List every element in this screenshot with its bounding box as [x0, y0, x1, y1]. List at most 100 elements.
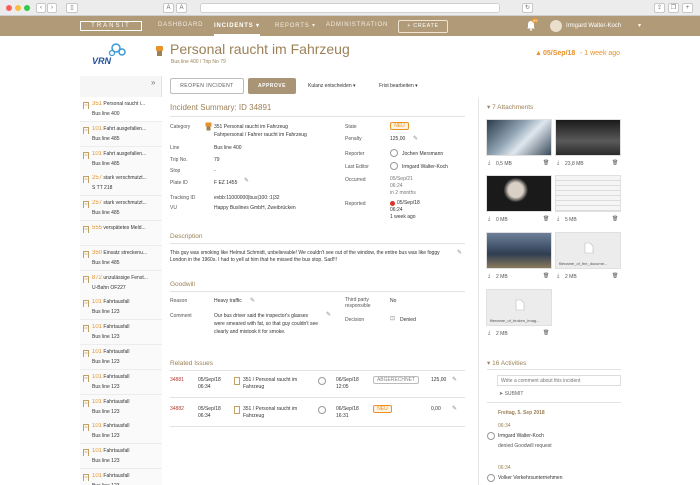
sidebar-item-number: 101	[92, 473, 103, 479]
delete-icon[interactable]: 🗑	[543, 216, 549, 222]
edit-plate-icon[interactable]: ✎	[244, 177, 249, 184]
comment-input[interactable]	[497, 375, 621, 386]
sidebar-item[interactable]: 351 Personal raucht i... Bus line 400	[80, 97, 162, 122]
sidebar-toggle-icon[interactable]: ▯	[66, 3, 78, 13]
download-icon[interactable]: ⤓	[488, 273, 490, 279]
attachment-thumbnail[interactable]	[486, 119, 552, 156]
reload-icon[interactable]: ↻	[522, 3, 533, 13]
user-menu-chevron-icon[interactable]: ▾	[638, 22, 641, 29]
address-bar[interactable]	[200, 3, 500, 13]
column-divider	[478, 98, 479, 485]
new-tab-icon[interactable]: +	[682, 3, 693, 13]
edit-row-icon[interactable]: ✎	[452, 376, 457, 383]
delete-icon[interactable]: 🗑	[543, 160, 549, 166]
sidebar-item[interactable]: 350 Einsatz streckenu... Bus line 485	[80, 245, 162, 271]
attachments-heading[interactable]: ▾ 7 Attachments	[487, 103, 533, 111]
activities-heading[interactable]: ▾ 16 Activities	[487, 359, 526, 367]
sidebar-item-sub: S TT 218	[92, 185, 113, 192]
attachment-thumbnail[interactable]	[555, 119, 621, 156]
share-icon[interactable]: ⇪	[654, 3, 665, 13]
download-icon[interactable]: ⤓	[557, 216, 559, 222]
avatar[interactable]	[550, 20, 562, 32]
zoom-window-icon[interactable]	[24, 5, 30, 11]
related-date: 05/Sep/18	[198, 406, 221, 412]
sidebar-item[interactable]: 257 stark verschmutzt... S TT 218	[80, 171, 162, 197]
attachment-thumbnail[interactable]	[555, 175, 621, 212]
sidebar-item[interactable]: 101 Fahrtausfall Bus line 123	[80, 444, 162, 470]
sidebar-item[interactable]: 101 Fahrt ausgefallen... Bus line 485	[80, 146, 162, 172]
edit-penalty-icon[interactable]: ✎	[413, 135, 418, 142]
edit-comment-icon[interactable]: ✎	[326, 311, 331, 318]
delete-icon[interactable]: 🗑	[543, 330, 549, 336]
download-icon[interactable]: ⤓	[488, 160, 490, 166]
delete-icon[interactable]: 🗑	[612, 216, 618, 222]
sidebar-item[interactable]: 101 Fahrtausfall Bus line 123	[80, 419, 162, 445]
create-button[interactable]: + CREATE	[398, 20, 448, 33]
sidebar-item[interactable]: 101 Fahrt ausgefallen... Bus line 485	[80, 121, 162, 147]
nav-incidents[interactable]: INCIDENTS ▾	[214, 22, 260, 36]
nav-reports[interactable]: REPORTS ▾	[275, 22, 316, 29]
reported-relative: 1 week ago	[390, 214, 416, 220]
category-icon	[83, 399, 89, 407]
sidebar-item-number: 351	[92, 101, 103, 107]
submit-button[interactable]: ➤ SUBMIT	[499, 391, 523, 397]
related-amount: 125,00	[431, 377, 447, 383]
sidebar-item[interactable]: 101 Fahrtausfall Bus line 123	[80, 394, 162, 420]
decision-icon: ⊡	[390, 316, 396, 322]
attachment-size: 2 MB	[496, 274, 508, 280]
sidebar-item-title: 101 Fahrt ausgefallen...	[92, 151, 160, 157]
tabs-icon[interactable]: ❐	[668, 3, 679, 13]
approve-button[interactable]: APPROVE	[248, 78, 296, 94]
edit-description-icon[interactable]: ✎	[457, 249, 462, 256]
delete-icon[interactable]: 🗑	[543, 273, 549, 279]
sidebar-item[interactable]: 101 Fahrtausfall Bus line 123	[80, 469, 162, 485]
sidebar-item-sub: Bus line 485	[92, 135, 120, 142]
sidebar-item[interactable]: 101 Fahrtausfall Bus line 123	[80, 320, 162, 346]
attachment-thumbnail[interactable]: filename_of_the_docume...	[555, 232, 621, 269]
edit-row-icon[interactable]: ✎	[452, 405, 457, 412]
related-id[interactable]: 34881	[170, 377, 184, 383]
minimize-window-icon[interactable]	[15, 5, 21, 11]
browser-chrome: ‹ › ▯ A A ↻ ⇪ ❐ +	[0, 0, 700, 16]
brand-logo[interactable]: TRANSIT	[80, 21, 142, 31]
sidebar-item[interactable]: 872 unzulässige Fenst... U-Bahn OF227	[80, 270, 162, 296]
nav-dashboard[interactable]: DASHBOARD	[158, 22, 203, 28]
related-id[interactable]: 34882	[170, 406, 184, 412]
sidebar-item[interactable]: 101 Fahrtausfall Bus line 123	[80, 369, 162, 395]
sidebar-item[interactable]: 257 stark verschmutzt... Bus line 485	[80, 196, 162, 222]
attachment-thumbnail[interactable]	[486, 175, 552, 212]
text-larger-button[interactable]: A	[176, 3, 187, 13]
kulanz-dropdown[interactable]: Kulanz entscheiden ▾	[308, 83, 356, 89]
edit-reason-icon[interactable]: ✎	[250, 297, 255, 304]
attachment-size: 5 MB	[565, 217, 577, 223]
attachment-thumbnail[interactable]: filename_of_broken_imag...	[486, 289, 552, 326]
category-icon	[83, 126, 89, 134]
reported-date: 05/Sep/18	[397, 200, 420, 206]
delete-icon[interactable]: 🗑	[612, 273, 618, 279]
back-icon[interactable]: ‹	[36, 3, 46, 13]
user-name[interactable]: Irmgard Walter-Koch	[566, 23, 621, 29]
nav-administration[interactable]: ADMINISTRATION	[326, 22, 388, 28]
collapse-sidebar-icon[interactable]: »	[151, 78, 155, 87]
frist-dropdown[interactable]: Frist bearbeiten ▾	[379, 83, 418, 89]
sidebar-item-title: 101 Fahrtausfall	[92, 473, 160, 479]
delete-icon[interactable]: 🗑	[612, 160, 618, 166]
sidebar-item-number: 101	[92, 398, 103, 405]
close-window-icon[interactable]	[6, 5, 12, 11]
occurred-relative: in 2 months	[390, 190, 416, 196]
download-icon[interactable]: ⤓	[557, 160, 559, 166]
download-icon[interactable]: ⤓	[488, 216, 490, 222]
download-icon[interactable]: ⤓	[557, 273, 559, 279]
incident-ago: - 1 week ago	[580, 50, 621, 57]
sidebar-item-number: 101	[92, 125, 103, 132]
sidebar-item[interactable]: 101 Fahrtausfall Bus line 123	[80, 345, 162, 370]
download-icon[interactable]: ⤓	[488, 330, 490, 336]
sidebar-item[interactable]: 101 Fahrtausfall Bus line 123	[80, 295, 162, 321]
forward-icon[interactable]: ›	[47, 3, 57, 13]
attachment-thumbnail[interactable]	[486, 232, 552, 269]
text-smaller-button[interactable]: A	[163, 3, 174, 13]
field-label: Category	[170, 124, 191, 130]
related-date2: 06/Sep/18	[336, 406, 359, 412]
reopen-incident-button[interactable]: REOPEN INCIDENT	[170, 78, 244, 94]
sidebar-item[interactable]: 555 verspätetes Meld...	[80, 221, 162, 246]
